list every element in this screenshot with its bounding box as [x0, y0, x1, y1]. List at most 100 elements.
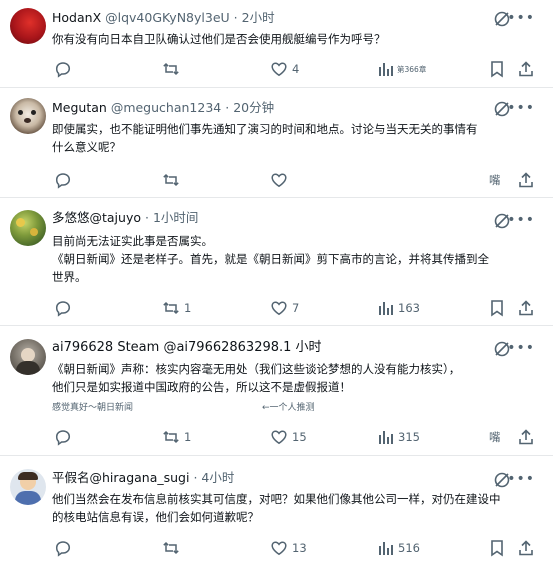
views-button[interactable]: 第366章: [378, 59, 426, 79]
post-text-line: 他们只是如实报道中国政府的公告，所以这不是虚假报道！: [52, 380, 351, 394]
annotation-left: 感觉真好～朝日新闻: [52, 403, 134, 413]
post[interactable]: Megutan @meguchan1234 · 20分钟 ••• 即使属实，也不…: [0, 88, 553, 198]
repost-icon: [163, 541, 179, 555]
like-button[interactable]: 13: [270, 538, 307, 558]
more-icon[interactable]: •••: [507, 341, 535, 355]
post[interactable]: 多悠悠@tajuyo · 1小时间 ••• 目前尚无法证实此事是否属实。 《朝日…: [0, 198, 553, 326]
timestamp[interactable]: 2小时: [242, 10, 275, 25]
display-name[interactable]: 多悠悠@tajuyo: [52, 210, 141, 225]
display-name[interactable]: 平假名@hiragana_sugi: [52, 470, 189, 485]
post-text-line: 他们当然会在发布信息前核实其可信度，对吧？如果他们像其他公司一样，对仍在建设中: [52, 492, 501, 506]
views-button[interactable]: 516: [378, 538, 420, 558]
timestamp[interactable]: 1小时间: [153, 210, 198, 225]
views-icon: [379, 431, 393, 444]
post[interactable]: 平假名@hiragana_sugi · 4小时 ••• 他们当然会在发布信息前核…: [0, 456, 553, 566]
bookmark-icon: [491, 61, 503, 78]
avatar[interactable]: [10, 339, 46, 375]
handle[interactable]: @meguchan1234: [111, 100, 221, 115]
share-button[interactable]: [517, 538, 535, 558]
avatar[interactable]: [10, 8, 46, 44]
reply-button[interactable]: [54, 427, 72, 447]
post[interactable]: HodanX @lqv40GKyN8yl3eU · 2小时 ••• 你有没有向日…: [0, 0, 553, 88]
like-count: 7: [292, 301, 300, 315]
share-button[interactable]: [517, 59, 535, 79]
repost-button[interactable]: [162, 538, 180, 558]
reply-button[interactable]: [54, 538, 72, 558]
post-header: ai796628 Steam @ai79662863298.1 小时: [52, 340, 322, 356]
more-icon[interactable]: •••: [507, 213, 535, 227]
reply-icon: [55, 62, 71, 78]
reply-button[interactable]: [54, 298, 72, 318]
bookmark-button[interactable]: [489, 298, 505, 318]
post-header: Megutan @meguchan1234 · 20分钟: [52, 100, 274, 116]
separator-dot: ·: [145, 210, 149, 225]
like-button[interactable]: 4: [270, 59, 299, 79]
reply-button[interactable]: [54, 59, 72, 79]
post-body: 即使属实，也不能证明他们事先通知了演习的时间和地点。讨论与当天无关的事情有 什么…: [52, 120, 509, 156]
separator-dot: ·: [233, 10, 238, 25]
bookmark-button[interactable]: 嘴: [489, 427, 501, 447]
share-icon: [519, 540, 533, 556]
post-body: 目前尚无法证实此事是否属实。 《朝日新闻》还是老样子。首先，就是《朝日新闻》剪下…: [52, 232, 509, 286]
more-icon[interactable]: •••: [507, 11, 535, 25]
share-icon: [519, 429, 533, 445]
repost-count: 1: [184, 301, 192, 315]
post-text-line: 世界。: [52, 270, 87, 284]
repost-icon: [163, 173, 179, 187]
timestamp[interactable]: 20分钟: [233, 100, 274, 115]
post-text-line: 《朝日新闻》声称：核实内容毫无用处（我们这些谈论梦想的人没有能力核实），: [52, 362, 461, 376]
view-count: 第366章: [397, 64, 427, 74]
like-button[interactable]: 15: [270, 427, 307, 447]
post-text-line: 即使属实，也不能证明他们事先通知了演习的时间和地点。讨论与当天无关的事情有: [52, 122, 478, 136]
display-name[interactable]: ai796628 Steam @ai79662863298.1 小时: [52, 340, 322, 355]
repost-button[interactable]: 1: [162, 298, 191, 318]
share-button[interactable]: [517, 427, 535, 447]
repost-button[interactable]: [162, 59, 180, 79]
like-icon: [271, 541, 287, 556]
views-button[interactable]: 315: [378, 427, 420, 447]
views-button[interactable]: 163: [378, 298, 420, 318]
bookmark-button[interactable]: 嘴: [489, 170, 501, 190]
repost-button[interactable]: 1: [162, 427, 191, 447]
share-button[interactable]: [517, 298, 535, 318]
action-bar: 13 516: [52, 538, 539, 558]
post-header: 平假名@hiragana_sugi · 4小时: [52, 470, 234, 486]
more-icon[interactable]: •••: [507, 472, 535, 486]
bookmark-label: 嘴: [489, 173, 501, 187]
avatar[interactable]: [10, 210, 46, 246]
post[interactable]: ai796628 Steam @ai79662863298.1 小时 ••• 《…: [0, 326, 553, 456]
handle[interactable]: @lqv40GKyN8yl3eU: [105, 10, 230, 25]
repost-button[interactable]: [162, 170, 180, 190]
like-icon: [271, 301, 287, 316]
bookmark-icon: [491, 300, 503, 317]
display-name[interactable]: HodanX: [52, 10, 101, 25]
like-button[interactable]: [270, 170, 288, 190]
view-count: 516: [398, 541, 420, 555]
separator-dot: ·: [193, 470, 198, 485]
post-text-line: 什么意义呢？: [52, 140, 121, 154]
share-icon: [519, 300, 533, 316]
post-body: 《朝日新闻》声称：核实内容毫无用处（我们这些谈论梦想的人没有能力核实）， 他们只…: [52, 360, 523, 396]
like-count: 15: [292, 430, 307, 444]
bookmark-button[interactable]: [489, 538, 505, 558]
reply-icon: [55, 301, 71, 317]
post-text-line: 的核电站信息有误，他们会如何道歉呢？: [52, 510, 259, 524]
timestamp[interactable]: 4小时: [201, 470, 234, 485]
like-button[interactable]: 7: [270, 298, 299, 318]
post-text-line: 目前尚无法证实此事是否属实。: [52, 234, 213, 248]
more-icon[interactable]: •••: [507, 101, 535, 115]
reply-icon: [55, 430, 71, 446]
reply-button[interactable]: [54, 170, 72, 190]
like-count: 13: [292, 541, 307, 555]
like-icon: [271, 62, 287, 77]
display-name[interactable]: Megutan: [52, 100, 107, 115]
views-icon: [379, 63, 393, 76]
action-bar: 1 15 315 嘴: [52, 427, 539, 447]
avatar[interactable]: [10, 469, 46, 505]
post-body: 他们当然会在发布信息前核实其可信度，对吧？如果他们像其他公司一样，对仍在建设中 …: [52, 490, 523, 526]
bookmark-button[interactable]: [489, 59, 505, 79]
bookmark-label: 嘴: [489, 430, 501, 444]
avatar[interactable]: [10, 98, 46, 134]
share-button[interactable]: [517, 170, 535, 190]
action-bar: 4 第366章: [52, 59, 539, 79]
